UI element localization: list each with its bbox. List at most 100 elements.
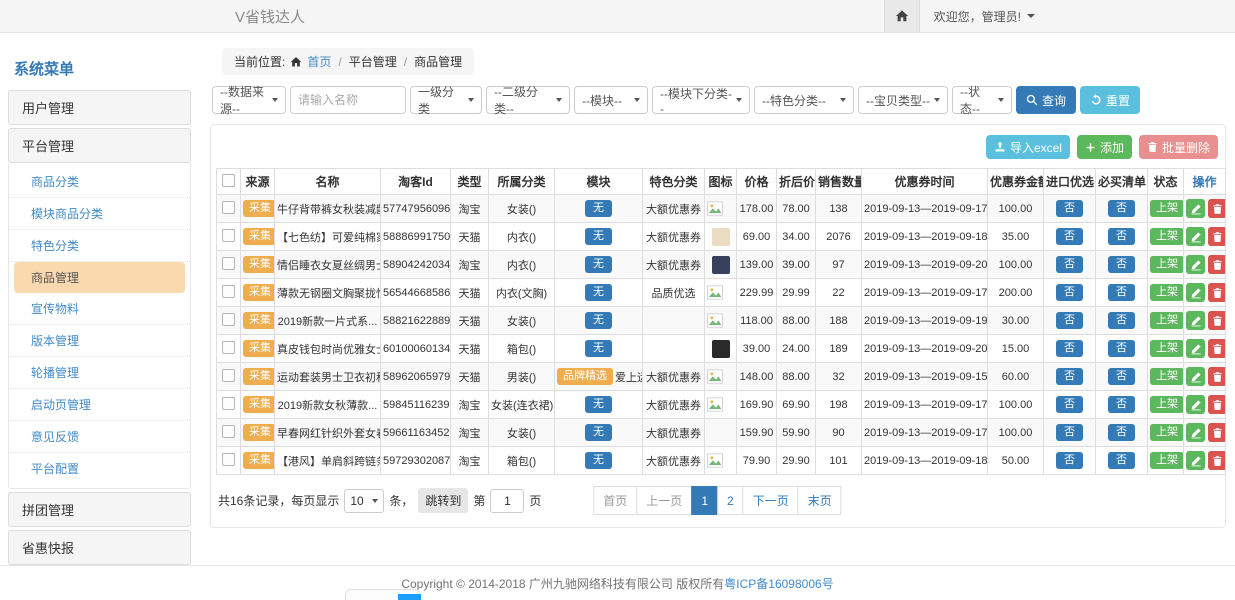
reset-button[interactable]: 重置 xyxy=(1080,86,1140,114)
sidebar-item-意见反馈[interactable]: 意见反馈 xyxy=(9,421,190,453)
filter-select-8[interactable]: --状态-- xyxy=(952,86,1012,114)
search-button[interactable]: 查询 xyxy=(1016,86,1076,114)
import-select-badge[interactable]: 否 xyxy=(1056,452,1083,469)
filter-select-4[interactable]: --模块-- xyxy=(574,86,648,114)
module-badge[interactable]: 无 xyxy=(585,284,612,301)
delete-button[interactable] xyxy=(1208,367,1226,386)
sidebar-item-启动页管理[interactable]: 启动页管理 xyxy=(9,389,190,421)
delete-button[interactable] xyxy=(1208,227,1226,246)
sidebar-item-特色分类[interactable]: 特色分类 xyxy=(9,230,190,262)
row-checkbox[interactable] xyxy=(222,313,235,326)
module-badge[interactable]: 品牌精选 xyxy=(557,368,613,385)
edit-button[interactable] xyxy=(1186,283,1205,302)
module-badge[interactable]: 无 xyxy=(585,256,612,273)
breadcrumb-home-link[interactable]: 首页 xyxy=(307,53,331,70)
import-select-badge[interactable]: 否 xyxy=(1056,200,1083,217)
delete-button[interactable] xyxy=(1208,423,1226,442)
edit-button[interactable] xyxy=(1186,451,1205,470)
sidebar-item-商品管理[interactable]: 商品管理 xyxy=(14,262,185,293)
select-all-checkbox[interactable] xyxy=(222,174,235,187)
edit-button[interactable] xyxy=(1186,339,1205,358)
row-checkbox[interactable] xyxy=(222,425,235,438)
page-number-input[interactable] xyxy=(490,489,524,513)
edit-button[interactable] xyxy=(1186,227,1205,246)
sidebar-item-商品分类[interactable]: 商品分类 xyxy=(9,166,190,198)
module-badge[interactable]: 无 xyxy=(585,228,612,245)
sidebar-item-版本管理[interactable]: 版本管理 xyxy=(9,325,190,357)
must-buy-badge[interactable]: 否 xyxy=(1108,228,1135,245)
must-buy-badge[interactable]: 否 xyxy=(1108,396,1135,413)
sidebar-item-模块商品分类[interactable]: 模块商品分类 xyxy=(9,198,190,230)
must-buy-badge[interactable]: 否 xyxy=(1108,368,1135,385)
edit-button[interactable] xyxy=(1186,199,1205,218)
delete-button[interactable] xyxy=(1208,451,1226,470)
page-button-2[interactable]: 2 xyxy=(717,486,744,515)
page-button-末页[interactable]: 末页 xyxy=(798,486,842,515)
row-checkbox[interactable] xyxy=(222,201,235,214)
batch-delete-button[interactable]: 批量删除 xyxy=(1139,135,1218,159)
must-buy-badge[interactable]: 否 xyxy=(1108,312,1135,329)
import-excel-button[interactable]: 导入excel xyxy=(986,135,1070,159)
sidebar-item-轮播管理[interactable]: 轮播管理 xyxy=(9,357,190,389)
module-badge[interactable]: 无 xyxy=(585,452,612,469)
icp-link[interactable]: 粤ICP备16098006号 xyxy=(724,575,833,592)
module-badge[interactable]: 无 xyxy=(585,312,612,329)
import-select-badge[interactable]: 否 xyxy=(1056,368,1083,385)
filter-select-3[interactable]: --二级分类-- xyxy=(486,86,570,114)
import-select-badge[interactable]: 否 xyxy=(1056,256,1083,273)
sidebar-group-拼团管理[interactable]: 拼团管理 xyxy=(8,492,191,527)
row-checkbox[interactable] xyxy=(222,397,235,410)
delete-button[interactable] xyxy=(1208,339,1226,358)
name-search-input[interactable] xyxy=(298,93,398,107)
module-badge[interactable]: 无 xyxy=(585,424,612,441)
delete-button[interactable] xyxy=(1208,395,1226,414)
sidebar-item-宣传物料[interactable]: 宣传物料 xyxy=(9,293,190,325)
must-buy-badge[interactable]: 否 xyxy=(1108,200,1135,217)
delete-button[interactable] xyxy=(1208,283,1226,302)
import-select-badge[interactable]: 否 xyxy=(1056,424,1083,441)
must-buy-badge[interactable]: 否 xyxy=(1108,452,1135,469)
row-checkbox[interactable] xyxy=(222,369,235,382)
must-buy-badge[interactable]: 否 xyxy=(1108,256,1135,273)
filter-select-2[interactable]: 一级分类 xyxy=(410,86,482,114)
page-button-下一页[interactable]: 下一页 xyxy=(743,486,799,515)
delete-button[interactable] xyxy=(1208,255,1226,274)
import-select-badge[interactable]: 否 xyxy=(1056,340,1083,357)
delete-button[interactable] xyxy=(1208,311,1226,330)
page-button-1[interactable]: 1 xyxy=(691,486,718,515)
row-checkbox[interactable] xyxy=(222,229,235,242)
import-select-badge[interactable]: 否 xyxy=(1056,312,1083,329)
filter-select-0[interactable]: --数据来源-- xyxy=(212,86,286,114)
edit-button[interactable] xyxy=(1186,367,1205,386)
edit-button[interactable] xyxy=(1186,255,1205,274)
filter-select-5[interactable]: --模块下分类-- xyxy=(652,86,750,114)
filter-select-6[interactable]: --特色分类-- xyxy=(754,86,854,114)
import-select-badge[interactable]: 否 xyxy=(1056,284,1083,301)
must-buy-badge[interactable]: 否 xyxy=(1108,284,1135,301)
module-badge[interactable]: 无 xyxy=(585,200,612,217)
user-menu[interactable]: 欢迎您，管理员! xyxy=(934,8,1035,25)
import-select-badge[interactable]: 否 xyxy=(1056,396,1083,413)
jump-button[interactable]: 跳转到 xyxy=(418,488,468,513)
row-checkbox[interactable] xyxy=(222,257,235,270)
sidebar-group-平台管理[interactable]: 平台管理 xyxy=(8,128,191,163)
sidebar-item-平台配置[interactable]: 平台配置 xyxy=(9,453,190,484)
edit-button[interactable] xyxy=(1186,423,1205,442)
module-badge[interactable]: 无 xyxy=(585,396,612,413)
home-button[interactable] xyxy=(884,0,920,32)
import-select-badge[interactable]: 否 xyxy=(1056,228,1083,245)
row-checkbox[interactable] xyxy=(222,341,235,354)
row-checkbox[interactable] xyxy=(222,453,235,466)
edit-button[interactable] xyxy=(1186,311,1205,330)
must-buy-badge[interactable]: 否 xyxy=(1108,340,1135,357)
per-page-select[interactable]: 10 xyxy=(344,489,384,513)
delete-button[interactable] xyxy=(1208,199,1226,218)
add-button[interactable]: 添加 xyxy=(1077,135,1132,159)
sidebar-group-省惠快报[interactable]: 省惠快报 xyxy=(8,530,191,565)
sidebar-group-用户管理[interactable]: 用户管理 xyxy=(8,90,191,125)
module-badge[interactable]: 无 xyxy=(585,340,612,357)
edit-button[interactable] xyxy=(1186,395,1205,414)
must-buy-badge[interactable]: 否 xyxy=(1108,424,1135,441)
row-checkbox[interactable] xyxy=(222,285,235,298)
filter-select-7[interactable]: --宝贝类型-- xyxy=(858,86,948,114)
